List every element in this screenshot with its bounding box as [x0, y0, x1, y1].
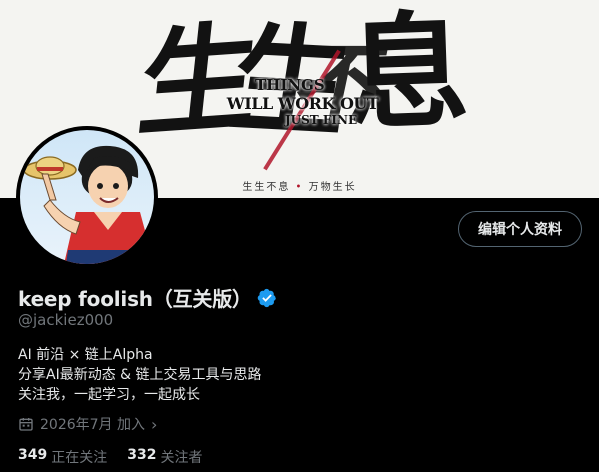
display-name: keep foolish（互关版） [18, 287, 252, 311]
banner-subline-dot: • [295, 182, 304, 193]
bio-line: AI 前沿 × 链上Alpha [18, 347, 153, 363]
followers-link[interactable]: 332 关注者 [127, 447, 202, 467]
banner-overlay-line: WILL WORK OUT [226, 94, 379, 113]
banner-overlay-line: THINGS [255, 76, 325, 94]
followers-count: 332 [127, 447, 157, 463]
calendar-icon [19, 418, 33, 431]
banner-overlay-line: JUST FINE [285, 113, 358, 127]
profile-name-row: keep foolish（互关版） [18, 283, 277, 312]
banner-overlay-text: THINGS WILL WORK OUT JUST FINE [215, 76, 390, 127]
avatar[interactable] [16, 126, 158, 268]
banner-subline-left: 生生不息 [242, 182, 291, 193]
joined-date[interactable]: 2026年7月 加入 › [18, 414, 157, 434]
following-count: 349 [18, 447, 48, 463]
following-label: 正在关注 [51, 450, 108, 466]
bio-line: 关注我，一起学习，一起成长 [18, 387, 200, 403]
chevron-right-icon: › [151, 414, 158, 434]
profile-bio: AI 前沿 × 链上Alpha 分享AI最新动态 & 链上交易工具与思路 关注我… [18, 345, 262, 405]
bio-line: 分享AI最新动态 & 链上交易工具与思路 [18, 367, 262, 383]
verified-badge-icon[interactable] [257, 288, 277, 308]
follow-stats: 349 正在关注 332 关注者 [18, 447, 222, 467]
avatar-illustration [20, 130, 154, 264]
edit-profile-button[interactable]: 编辑个人资料 [458, 211, 582, 247]
following-link[interactable]: 349 正在关注 [18, 447, 107, 467]
profile-handle: @jackiez000 [18, 311, 114, 329]
banner-subline-right: 万物生长 [308, 182, 357, 193]
joined-text: 2026年7月 加入 [40, 417, 145, 433]
followers-label: 关注者 [160, 450, 203, 466]
